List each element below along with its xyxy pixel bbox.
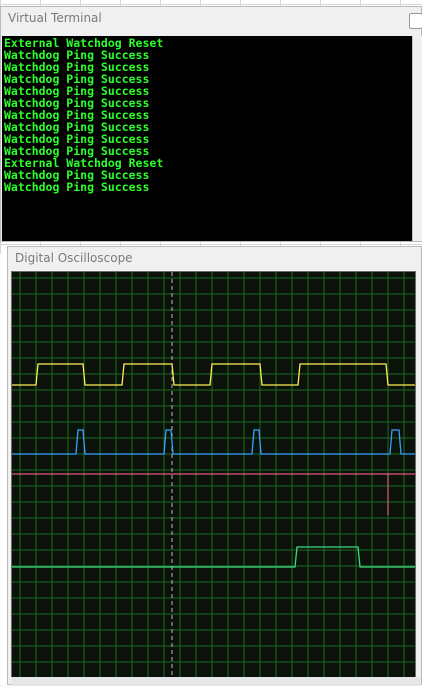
terminal-lines: External Watchdog Reset Watchdog Ping Su… — [2, 36, 412, 193]
close-icon[interactable] — [409, 13, 422, 29]
virtual-terminal-title: Virtual Terminal — [8, 11, 102, 25]
virtual-terminal-window: Virtual Terminal External Watchdog Reset… — [0, 6, 422, 242]
trace-channel-c — [12, 473, 415, 515]
oscilloscope-canvas — [12, 272, 415, 677]
oscilloscope-titlebar[interactable]: Digital Oscilloscope — [8, 247, 421, 269]
virtual-terminal-titlebar[interactable]: Virtual Terminal — [1, 7, 422, 29]
terminal-output[interactable]: External Watchdog Reset Watchdog Ping Su… — [2, 36, 412, 241]
terminal-scrollbar[interactable] — [412, 36, 422, 241]
oscilloscope-title: Digital Oscilloscope — [15, 251, 133, 265]
digital-oscilloscope-window: Digital Oscilloscope — [7, 246, 422, 686]
oscilloscope-display[interactable] — [11, 271, 416, 678]
terminal-line: Watchdog Ping Success — [4, 180, 150, 194]
trace-channel-b — [12, 429, 415, 455]
